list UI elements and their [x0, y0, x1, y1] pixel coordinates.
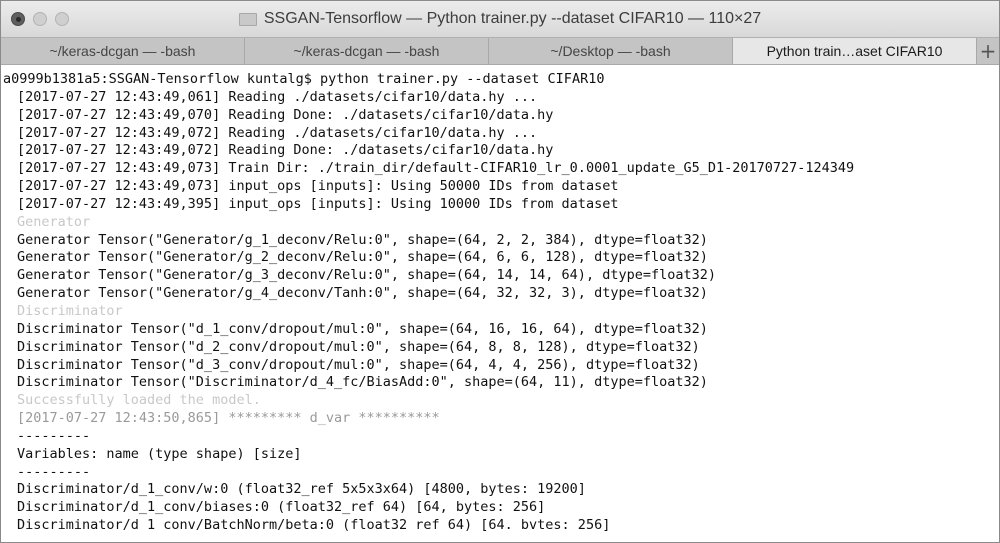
- tab-keras-dcgan-1[interactable]: ~/keras-dcgan — -bash: [1, 38, 245, 64]
- terminal-line: Variables: name (type shape) [size]: [17, 445, 302, 462]
- terminal-line: [2017-07-27 12:43:49,073] Train Dir: ./t…: [17, 160, 855, 177]
- tab-keras-dcgan-2[interactable]: ~/keras-dcgan — -bash: [245, 38, 489, 64]
- tab-label: ~/keras-dcgan — -bash: [293, 43, 440, 59]
- terminal-line: Generator Tensor("Generator/g_3_deconv/R…: [17, 267, 716, 284]
- terminal-line: [2017-07-27 12:43:50,865] ********* d_va…: [17, 410, 440, 427]
- terminal-line: [2017-07-27 12:43:49,072] Reading ./data…: [17, 124, 538, 141]
- terminal-line: Generator Tensor("Generator/g_1_deconv/R…: [17, 231, 708, 248]
- terminal-line: Generator Tensor("Generator/g_4_deconv/T…: [17, 285, 708, 302]
- terminal-window: SSGAN-Tensorflow — Python trainer.py --d…: [0, 0, 1000, 543]
- tab-label: ~/keras-dcgan — -bash: [49, 43, 196, 59]
- terminal-line: Discriminator Tensor("d_3_conv/dropout/m…: [17, 356, 700, 373]
- terminal-line: Generator: [17, 213, 91, 230]
- terminal-line: ---------: [17, 463, 91, 480]
- terminal-line: [2017-07-27 12:43:49,395] input_ops [inp…: [17, 195, 619, 212]
- terminal-line: Successfully loaded the model.: [17, 392, 261, 409]
- tab-label: ~/Desktop — -bash: [550, 43, 671, 59]
- tab-python-trainer[interactable]: Python train…aset CIFAR10: [733, 38, 977, 64]
- folder-proxy-icon[interactable]: [238, 12, 257, 26]
- terminal-line: Discriminator Tensor("d_1_conv/dropout/m…: [17, 320, 708, 337]
- terminal-line: Discriminator/d 1 conv/BatchNorm/beta:0 …: [17, 517, 611, 534]
- terminal-line: Discriminator Tensor("Discriminator/d_4_…: [17, 374, 708, 391]
- terminal-line: ---------: [17, 427, 91, 444]
- terminal-line: [2017-07-27 12:43:49,072] Reading Done: …: [17, 142, 554, 159]
- terminal-line: Discriminator: [17, 302, 123, 319]
- terminal-line: Discriminator Tensor("d_2_conv/dropout/m…: [17, 338, 700, 355]
- tab-desktop[interactable]: ~/Desktop — -bash: [489, 38, 733, 64]
- terminal-line: Discriminator/d_1_conv/biases:0 (float32…: [17, 499, 546, 516]
- terminal-line: Discriminator/d_1_conv/w:0 (float32_ref …: [17, 481, 586, 498]
- window-title: SSGAN-Tensorflow — Python trainer.py --d…: [263, 10, 762, 27]
- tab-label: Python train…aset CIFAR10: [766, 43, 943, 59]
- shell-prompt-line: a0999b1381a5:SSGAN-Tensorflow kuntalg$ p…: [3, 71, 605, 87]
- terminal-line: Generator Tensor("Generator/g_2_deconv/R…: [17, 249, 708, 266]
- terminal-line: [2017-07-27 12:43:49,073] input_ops [inp…: [17, 178, 619, 195]
- terminal-output[interactable]: a0999b1381a5:SSGAN-Tensorflow kuntalg$ p…: [1, 65, 999, 542]
- title-bar[interactable]: SSGAN-Tensorflow — Python trainer.py --d…: [1, 1, 999, 37]
- new-tab-button[interactable]: +: [977, 38, 999, 64]
- tab-bar: ~/keras-dcgan — -bash ~/keras-dcgan — -b…: [1, 37, 999, 65]
- terminal-line: [2017-07-27 12:43:49,070] Reading Done: …: [17, 106, 554, 123]
- terminal-line: [2017-07-27 12:43:49,061] Reading ./data…: [17, 88, 538, 105]
